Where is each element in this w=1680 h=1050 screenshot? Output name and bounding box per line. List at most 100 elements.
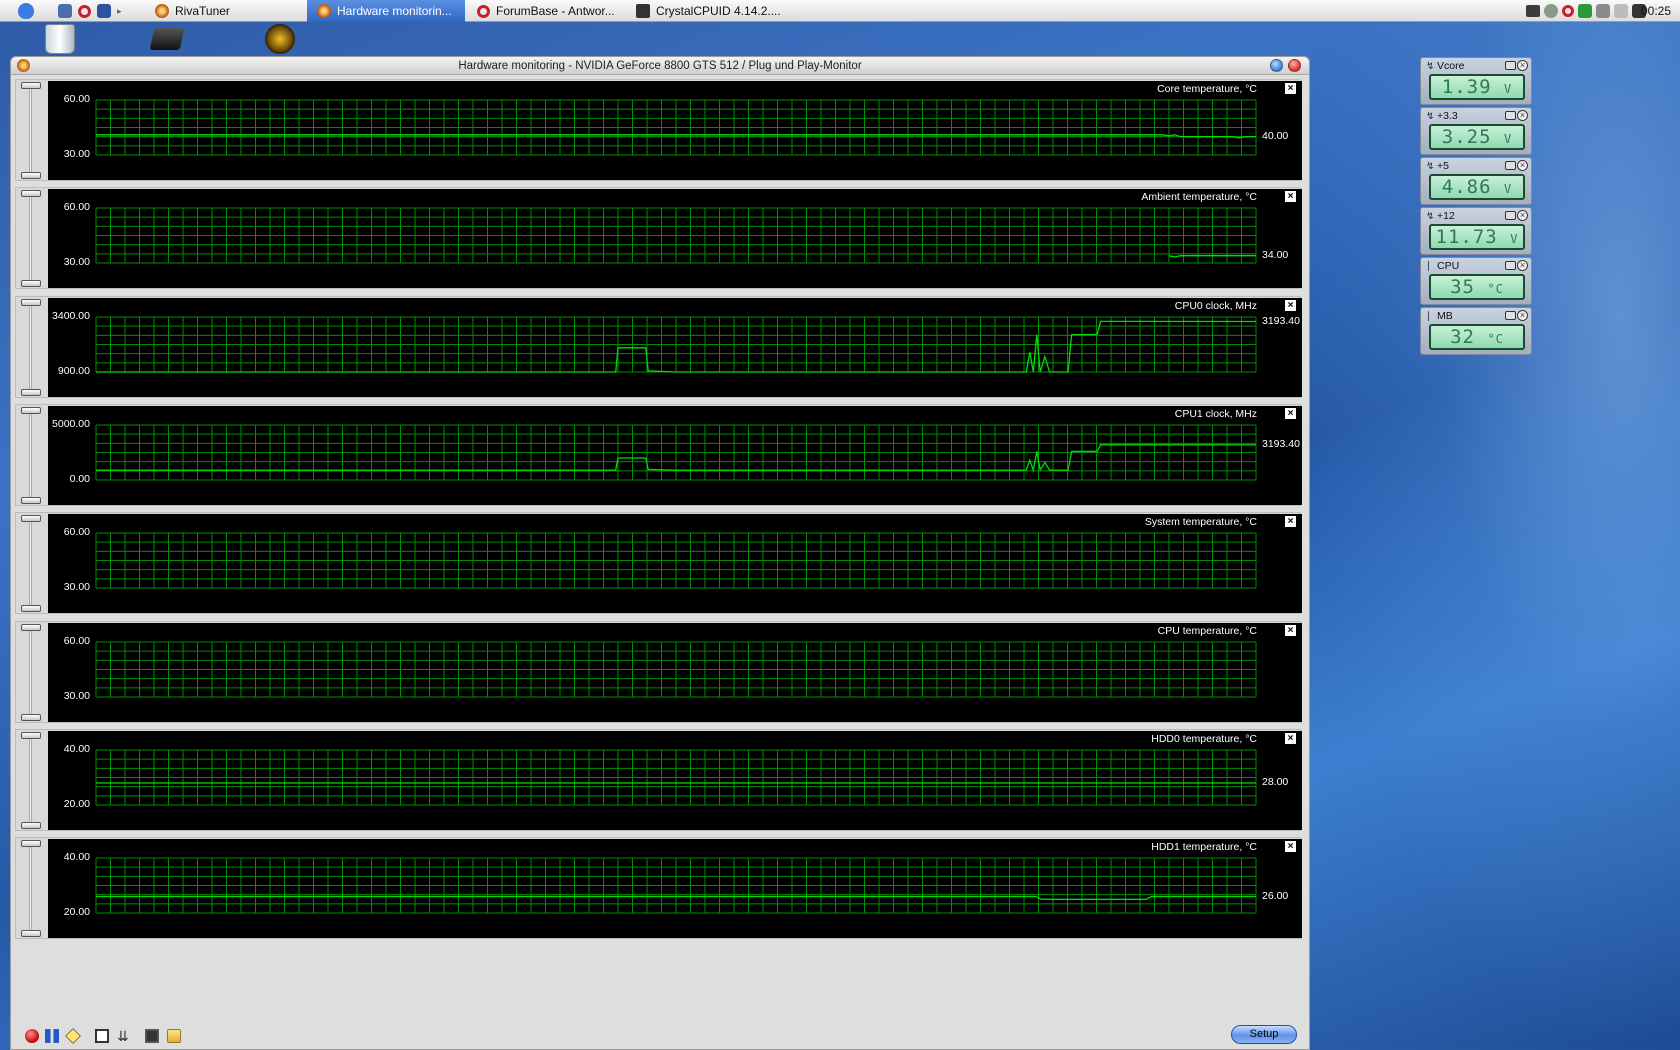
pause-icon[interactable] bbox=[45, 1029, 59, 1043]
graph-panel: System temperature, °C × 60.00 30.00 bbox=[15, 512, 1302, 614]
graph-canvas[interactable]: HDD1 temperature, °C × 40.00 20.00 26.00 bbox=[48, 839, 1302, 938]
range-max-handle[interactable] bbox=[21, 624, 41, 631]
graph-max-label: 60.00 bbox=[63, 526, 90, 538]
hard-drive-icon[interactable] bbox=[149, 28, 185, 50]
range-min-handle[interactable] bbox=[21, 172, 41, 179]
wifi-tray-icon[interactable] bbox=[1614, 4, 1628, 18]
window-titlebar[interactable]: Hardware monitoring - NVIDIA GeForce 880… bbox=[11, 57, 1309, 75]
graph-close-icon[interactable]: × bbox=[1285, 191, 1296, 202]
graph-close-icon[interactable]: × bbox=[1285, 83, 1296, 94]
graph-canvas[interactable]: CPU0 clock, MHz × 3400.00 900.00 3193.40 bbox=[48, 298, 1302, 397]
opera-tray-icon[interactable] bbox=[1562, 5, 1574, 17]
widget-settings-icon[interactable] bbox=[1505, 61, 1516, 70]
widget-close-icon[interactable]: × bbox=[1517, 260, 1528, 271]
widget-settings-icon[interactable] bbox=[1505, 311, 1516, 320]
range-max-handle[interactable] bbox=[21, 515, 41, 522]
rivatuner-icon[interactable] bbox=[17, 59, 30, 72]
unreal-tournament-icon[interactable] bbox=[265, 24, 295, 54]
minimize-button[interactable] bbox=[1270, 59, 1283, 72]
widget-settings-icon[interactable] bbox=[1505, 211, 1516, 220]
collapse-icon[interactable]: ⇊ bbox=[117, 1029, 131, 1043]
taskbar-item-rivatuner[interactable]: RivaTuner bbox=[155, 0, 230, 22]
widget-settings-icon[interactable] bbox=[1505, 261, 1516, 270]
sensor-widget[interactable]: ∣ CPU × 35 °C bbox=[1420, 257, 1532, 305]
range-min-handle[interactable] bbox=[21, 497, 41, 504]
sensor-widget[interactable]: ↯ +5 × 4.86 V bbox=[1420, 157, 1532, 205]
widget-settings-icon[interactable] bbox=[1505, 161, 1516, 170]
sensor-widget[interactable]: ∣ MB × 32 °C bbox=[1420, 307, 1532, 355]
graph-max-label: 60.00 bbox=[63, 201, 90, 213]
range-min-handle[interactable] bbox=[21, 605, 41, 612]
graph-canvas[interactable]: HDD0 temperature, °C × 40.00 20.00 28.00 bbox=[48, 731, 1302, 830]
widget-unit: °C bbox=[1487, 282, 1504, 296]
widget-label: +3.3 bbox=[1437, 110, 1458, 122]
graph-canvas[interactable]: Ambient temperature, °C × 60.00 30.00 34.00 bbox=[48, 189, 1302, 288]
clock[interactable]: 00:25 bbox=[1641, 0, 1671, 22]
widget-lcd-display: 32 °C bbox=[1429, 324, 1525, 350]
hardware-monitoring-window: Hardware monitoring - NVIDIA GeForce 880… bbox=[10, 56, 1310, 1050]
range-min-handle[interactable] bbox=[21, 389, 41, 396]
finder-icon[interactable] bbox=[58, 4, 72, 18]
range-min-handle[interactable] bbox=[21, 280, 41, 287]
range-max-handle[interactable] bbox=[21, 299, 41, 306]
range-max-handle[interactable] bbox=[21, 840, 41, 847]
log-marker-icon[interactable] bbox=[65, 1028, 81, 1044]
graph-plot bbox=[95, 424, 1257, 481]
widget-close-icon[interactable]: × bbox=[1517, 160, 1528, 171]
apple-menu-button[interactable] bbox=[18, 0, 34, 22]
graph-canvas[interactable]: System temperature, °C × 60.00 30.00 bbox=[48, 514, 1302, 613]
trash-icon[interactable] bbox=[45, 24, 75, 54]
chip-tray-icon[interactable] bbox=[1526, 5, 1540, 17]
graph-close-icon[interactable]: × bbox=[1285, 300, 1296, 311]
widget-close-icon[interactable]: × bbox=[1517, 60, 1528, 71]
graph-close-icon[interactable]: × bbox=[1285, 516, 1296, 527]
graph-panel: HDD0 temperature, °C × 40.00 20.00 28.00 bbox=[15, 729, 1302, 831]
range-min-handle[interactable] bbox=[21, 714, 41, 721]
taskbar-item-hardware-monitoring[interactable]: Hardware monitorin... bbox=[307, 0, 465, 22]
widget-close-icon[interactable]: × bbox=[1517, 310, 1528, 321]
graph-canvas[interactable]: Core temperature, °C × 60.00 30.00 40.00 bbox=[48, 81, 1302, 180]
range-max-handle[interactable] bbox=[21, 190, 41, 197]
taskbar-item-label: ForumBase - Antwor... bbox=[496, 4, 615, 18]
widget-settings-icon[interactable] bbox=[1505, 111, 1516, 120]
widget-close-icon[interactable]: × bbox=[1517, 110, 1528, 121]
graph-canvas[interactable]: CPU1 clock, MHz × 5000.00 0.00 3193.40 bbox=[48, 406, 1302, 505]
range-slider-track bbox=[29, 88, 32, 174]
taskbar-item-crystalcpuid[interactable]: CrystalCPUID 4.14.2.... bbox=[636, 0, 781, 22]
range-max-handle[interactable] bbox=[21, 82, 41, 89]
widget-value: 32 bbox=[1450, 326, 1475, 348]
network-tray-icon[interactable] bbox=[1544, 4, 1558, 18]
range-min-handle[interactable] bbox=[21, 930, 41, 937]
graph-close-icon[interactable]: × bbox=[1285, 733, 1296, 744]
widget-close-icon[interactable]: × bbox=[1517, 210, 1528, 221]
sensor-widget[interactable]: ↯ +12 × 11.73 V bbox=[1420, 207, 1532, 255]
opera-icon[interactable] bbox=[78, 4, 91, 18]
widget-lcd-display: 11.73 V bbox=[1429, 224, 1525, 250]
graph-close-icon[interactable]: × bbox=[1285, 841, 1296, 852]
sensor-widget[interactable]: ↯ Vcore × 1.39 V bbox=[1420, 57, 1532, 105]
media-tray-icon[interactable] bbox=[1578, 4, 1592, 18]
setup-button[interactable]: Setup bbox=[1231, 1025, 1297, 1044]
save-icon[interactable] bbox=[145, 1029, 159, 1043]
graph-close-icon[interactable]: × bbox=[1285, 408, 1296, 419]
sensor-widget[interactable]: ↯ +3.3 × 3.25 V bbox=[1420, 107, 1532, 155]
close-button[interactable] bbox=[1288, 59, 1301, 72]
range-slider-track bbox=[29, 413, 32, 499]
rivatuner-icon bbox=[155, 4, 169, 18]
range-min-handle[interactable] bbox=[21, 822, 41, 829]
taskbar-item-label: Hardware monitorin... bbox=[337, 4, 452, 18]
window-mode-icon[interactable] bbox=[95, 1029, 109, 1043]
range-max-handle[interactable] bbox=[21, 407, 41, 414]
graph-current-value: 3193.40 bbox=[1262, 314, 1300, 327]
opera-icon bbox=[477, 4, 490, 18]
bluetooth-tray-icon[interactable] bbox=[1596, 4, 1610, 18]
taskbar-item-forumbase[interactable]: ForumBase - Antwor... bbox=[477, 0, 615, 22]
graph-plot bbox=[95, 641, 1257, 698]
range-max-handle[interactable] bbox=[21, 732, 41, 739]
graph-close-icon[interactable]: × bbox=[1285, 625, 1296, 636]
open-folder-icon[interactable] bbox=[167, 1029, 181, 1043]
save-disk-icon[interactable] bbox=[97, 4, 111, 18]
graph-max-label: 5000.00 bbox=[52, 418, 90, 430]
graph-canvas[interactable]: CPU temperature, °C × 60.00 30.00 bbox=[48, 623, 1302, 722]
record-icon[interactable] bbox=[25, 1029, 39, 1043]
